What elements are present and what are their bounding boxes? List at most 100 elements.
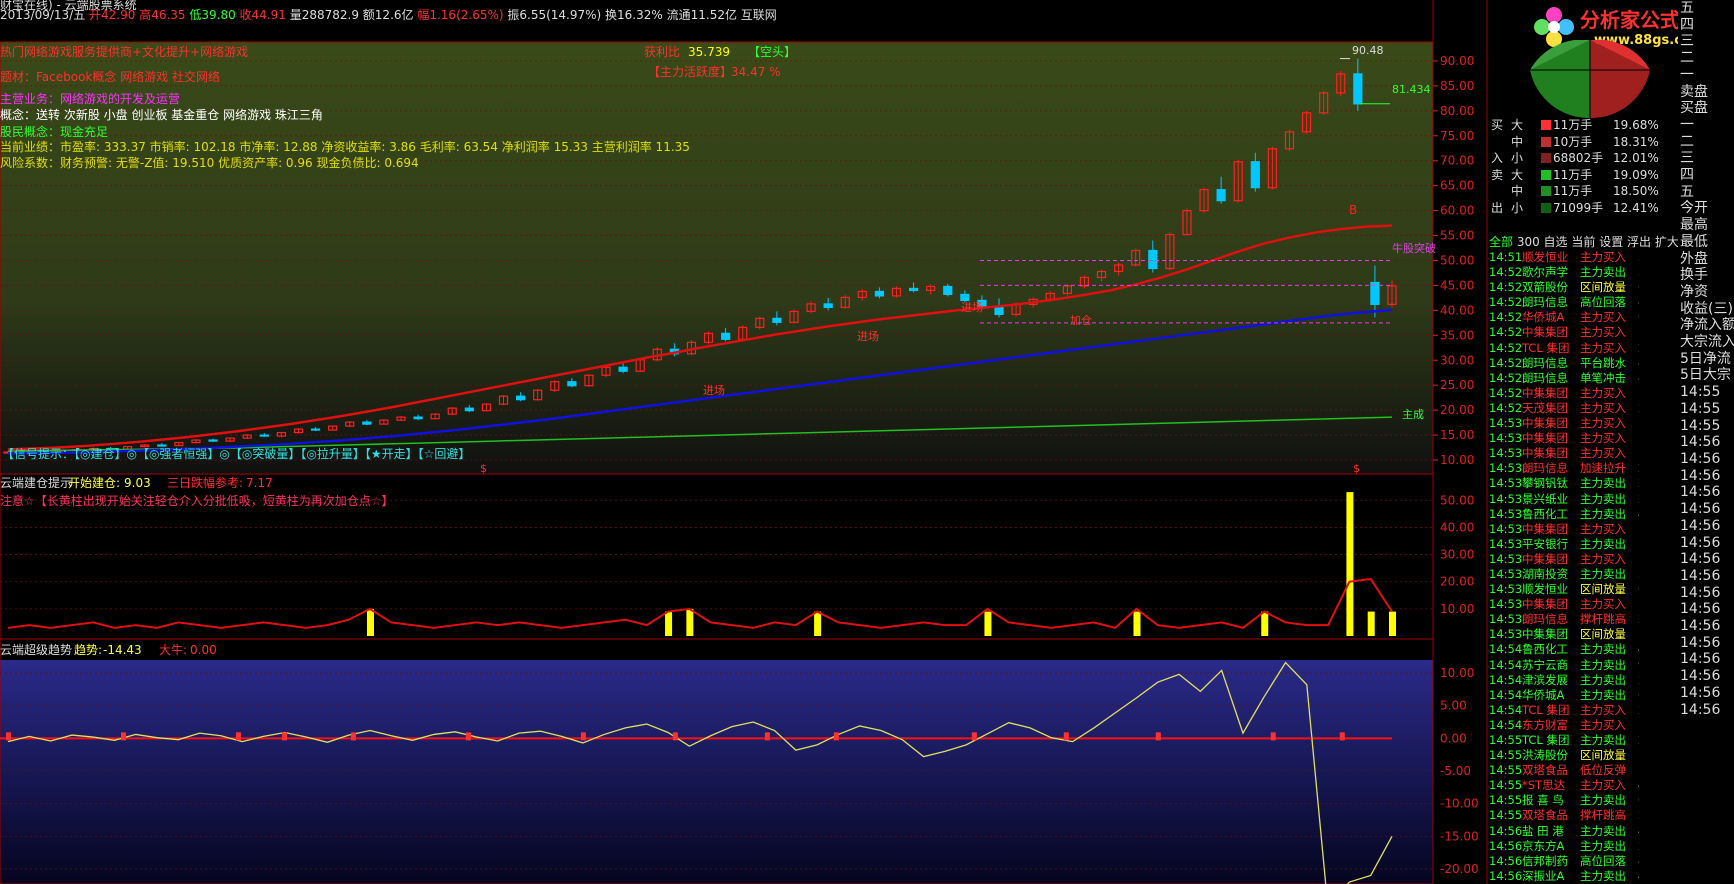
feed-row[interactable]: 14:53鲁西化工主力卖出 4.07/33 [1489, 507, 1639, 522]
side-quote-label: 最低 [1680, 233, 1708, 250]
trend-panel-bg [0, 660, 1433, 884]
feed-type: 主力卖出 [1580, 733, 1626, 747]
order-book-side: 出 [1491, 200, 1504, 215]
feed-row[interactable]: 14:53中集集团主力买入 14.81/1 [1489, 597, 1639, 612]
feed-stock: *ST思达 [1522, 778, 1566, 793]
feed-row[interactable]: 14:56盐 田 港 主力卖出 4.70/34 [1489, 824, 1639, 839]
feed-row[interactable]: 14:56京东方A 主力卖出 2.21/44 [1489, 839, 1639, 854]
trend-marker [235, 732, 241, 741]
feed-row[interactable]: 14:54鲁西化工主力卖出 4.06/31 [1489, 642, 1639, 657]
feed-row[interactable]: 14:52朗玛信息单笔冲击 -2.439% [1489, 371, 1639, 386]
candle-body [464, 407, 474, 412]
feed-row[interactable]: 14:52朗玛信息平台跳水 -2.509% [1489, 356, 1639, 371]
candle-body [874, 290, 885, 297]
feed-time: 14:53 [1489, 536, 1523, 551]
feed-row[interactable]: 14:53中集集团主力买入 14.77/6 [1489, 431, 1639, 446]
feed-row[interactable]: 14:55洪涛股份区间放量 7.568倍 [1489, 748, 1639, 763]
feed-row[interactable]: 14:52中集集团主力买入 14.62/5 [1489, 386, 1639, 401]
feed-row[interactable]: 14:54TCL 集团主力买入 2.38/78 [1489, 703, 1639, 718]
order-book-tab-1[interactable]: 300 [1517, 235, 1544, 249]
price-tick-label: 35.00 [1440, 328, 1474, 342]
order-book-tab-2[interactable]: 自选 [1544, 235, 1572, 249]
price-tick-label: 65.00 [1440, 179, 1474, 193]
feed-stock: TCL 集团 [1522, 702, 1570, 717]
feed-value: 14.62/5 [1638, 386, 1639, 401]
feed-row[interactable]: 14:53平安银行主力卖出 13.23/3 [1489, 537, 1639, 552]
side-quote-label: 14:56 [1680, 584, 1721, 601]
order-book-side: 入 [1491, 151, 1504, 165]
candle-body [259, 434, 269, 437]
feed-value: 14.58/3 [1638, 325, 1639, 340]
feed-row[interactable]: 14:53攀钢钒钛主力卖出 2.56/52 [1489, 476, 1639, 491]
feed-value: 7.568倍 [1638, 748, 1639, 763]
feed-row[interactable]: 14:52中集集团主力买入 14.58/3 [1489, 325, 1639, 340]
feed-row[interactable]: 14:54东方财富主力买入 19.92/2 [1489, 718, 1639, 733]
feed-row[interactable]: 14:56深振业A 主力卖出 4.91/50 [1489, 869, 1639, 884]
feed-row[interactable]: 14:55双塔食品撑杆跳高 2.020% [1489, 808, 1639, 823]
feed-row[interactable]: 14:55*ST思达主力买入 4.00/46 [1489, 778, 1639, 793]
panel3-bull-value: 0.00 [190, 643, 217, 657]
order-book-cat: 中 [1511, 134, 1524, 149]
side-quote-label: 一 [1680, 66, 1694, 83]
feed-row[interactable]: 14:52双箭股份区间放量 6.722倍 [1489, 280, 1639, 295]
feed-row[interactable]: 14:53景兴纸业主力卖出 2.31/80 [1489, 492, 1639, 507]
feed-row[interactable]: 14:53中集集团主力买入 14.70/7 [1489, 416, 1639, 431]
feed-type: 主力买入 [1580, 325, 1626, 340]
feed-value: 19.92/2 [1638, 718, 1639, 733]
feed-stock: 盐 田 港 [1522, 823, 1564, 838]
order-book-tab-4[interactable]: 设置 [1599, 235, 1627, 249]
feed-stock: 中集集团 [1522, 431, 1568, 446]
order-book-tab-6[interactable]: 扩大 [1655, 235, 1679, 249]
feed-stock: 歌尔声学 [1522, 265, 1568, 280]
order-book-tab-3[interactable]: 当前 [1571, 235, 1599, 249]
order-book-cat: 小 [1511, 151, 1524, 165]
panel2-three-day-label: 三日跌幅参考: [167, 476, 244, 490]
feed-row[interactable]: 14:53湖南投资主力卖出 5.95/49 [1489, 567, 1639, 582]
feed-row[interactable]: 14:52天茂集团主力买入 2.85/44 [1489, 401, 1639, 416]
feed-time: 14:52 [1489, 280, 1523, 295]
feed-row[interactable]: 14:53中集集团区间放量 7.281倍 [1489, 627, 1639, 642]
feed-row[interactable]: 14:53中集集团主力买入 14.78/9 [1489, 446, 1639, 461]
p3-tick-label: -20.00 [1440, 862, 1479, 876]
feed-row[interactable]: 14:54苏宁云商主力卖出 9.36/38 [1489, 658, 1639, 673]
feed-time: 14:54 [1489, 717, 1523, 732]
feed-row[interactable]: 14:53中集集团主力买入 14.81/3 [1489, 522, 1639, 537]
feed-type: 高位回落 [1580, 853, 1626, 868]
feed-row[interactable]: 14:52华侨城A 主力买入 6.28/47 [1489, 310, 1639, 325]
feed-row[interactable]: 14:55报 喜 鸟 主力卖出 6.64/35 [1489, 793, 1639, 808]
order-book-tab-5[interactable]: 浮出 [1627, 235, 1655, 249]
feed-row[interactable]: 14:53中集集团主力买入 14.81/4 [1489, 552, 1639, 567]
feed-value: 2.38/37 [1638, 341, 1639, 356]
header-field-2: 高46.35 [139, 8, 190, 22]
feed-row[interactable]: 14:56信邦制药高位回落 -1.505% [1489, 854, 1639, 869]
feed-row[interactable]: 14:53顺发恒业区间放量 6.199倍 [1489, 582, 1639, 597]
order-book-tab-0[interactable]: 全部 [1489, 235, 1517, 249]
feed-row[interactable]: 14:54华侨城A 主力卖出 6.28/55 [1489, 688, 1639, 703]
feed-row[interactable]: 14:52朗玛信息高位回落 -1.547% [1489, 295, 1639, 310]
feed-time: 14:54 [1489, 642, 1523, 657]
panel2-start-value: 9.03 [124, 476, 151, 490]
feed-row[interactable]: 14:54津滨发展主力卖出 2.69/72 [1489, 673, 1639, 688]
price-tick-label: 20.00 [1440, 403, 1474, 417]
market-alert-feed[interactable]: 14:51顺发恒业主力买入5.91/3314:52歌尔声学主力卖出38.02/1… [1489, 250, 1639, 884]
order-book-row: 卖大 11万手 19.09% [1489, 167, 1678, 184]
feed-row[interactable]: 14:55双塔食品低位反弹 1.943% [1489, 763, 1639, 778]
feed-row[interactable]: 14:53朗玛信息撑杆跳高 2.155% [1489, 612, 1639, 627]
feed-row[interactable]: 14:52歌尔声学主力卖出 38.02/1 [1489, 265, 1639, 280]
feed-stock: 朗玛信息 [1522, 370, 1568, 385]
feed-row[interactable]: 14:52TCL 集团主力买入 2.38/37 [1489, 341, 1639, 356]
side-quote-label: 一 [1680, 116, 1694, 133]
feed-row[interactable]: 14:51顺发恒业主力买入 5.91/33 [1489, 250, 1639, 265]
feed-time: 14:53 [1489, 476, 1523, 491]
p2-tick-label: 30.00 [1440, 548, 1474, 562]
yellow-bar [1367, 611, 1375, 636]
feed-type: 主力卖出 [1580, 491, 1626, 506]
feed-row[interactable]: 14:55TCL 集团主力卖出 2.37/66 [1489, 733, 1639, 748]
side-quote-label: 14:56 [1680, 618, 1721, 635]
candle-body [908, 287, 919, 292]
feed-stock: TCL 集团 [1522, 340, 1570, 355]
feed-row[interactable]: 14:53朗玛信息加速拉升 2.59% [1489, 461, 1639, 476]
candle-body [772, 317, 782, 323]
side-quote-label: 五 [1680, 183, 1694, 200]
p2-red-line [7, 577, 1393, 629]
